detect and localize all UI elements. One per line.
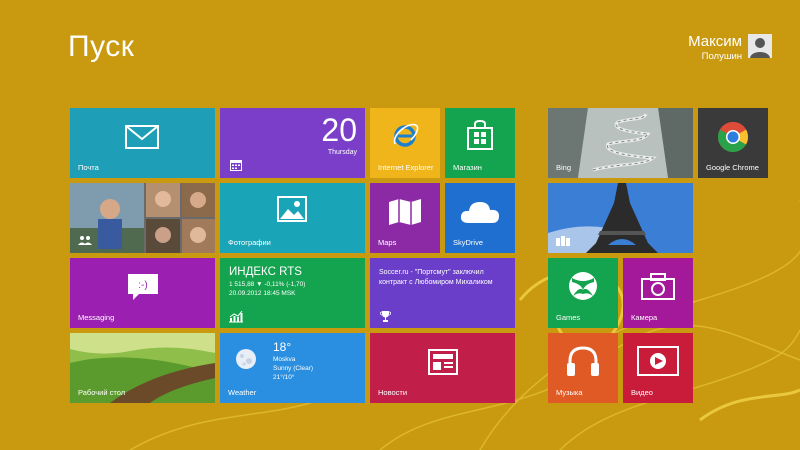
people-icon xyxy=(78,236,92,245)
user-avatar-icon xyxy=(750,38,770,58)
tile-desktop-label: Рабочий стол xyxy=(78,388,126,397)
user-last-name: Полушин xyxy=(701,51,742,62)
store-bag-icon xyxy=(467,120,493,150)
tile-messaging[interactable]: :-) Messaging xyxy=(70,258,215,328)
tile-store-label: Магазин xyxy=(453,163,482,172)
tile-photos[interactable]: Фотографии xyxy=(220,183,365,253)
messaging-icon: :-) xyxy=(128,274,158,300)
tile-store[interactable]: Магазин xyxy=(445,108,515,178)
user-first-name: Максим xyxy=(688,33,742,50)
tile-camera-label: Камера xyxy=(631,313,658,322)
calendar-icon xyxy=(230,160,242,171)
weather-moon-icon xyxy=(236,349,256,369)
video-play-icon xyxy=(637,346,679,376)
weather-temperature: 18° xyxy=(273,340,292,354)
calendar-weekday: Thursday xyxy=(327,149,357,156)
xbox-games-icon xyxy=(569,272,597,300)
tile-music-label: Музыка xyxy=(556,388,583,397)
chrome-icon xyxy=(717,121,749,153)
tile-games[interactable]: Games xyxy=(548,258,618,328)
weather-city: Moskva xyxy=(273,356,296,363)
calendar-day-number: 20 xyxy=(321,112,357,148)
headphones-icon xyxy=(567,346,599,376)
tile-bing[interactable]: Bing xyxy=(548,108,693,178)
tile-news-label: Новости xyxy=(378,388,408,397)
tile-internet-explorer[interactable]: Internet Explorer xyxy=(370,108,440,178)
tile-music[interactable]: Музыка xyxy=(548,333,618,403)
maps-icon xyxy=(389,199,421,225)
photo-album-icon xyxy=(556,236,570,246)
tile-mail[interactable]: Почта xyxy=(70,108,215,178)
tile-messaging-label: Messaging xyxy=(78,313,115,322)
newspaper-icon xyxy=(428,349,458,375)
tile-skydrive-label: SkyDrive xyxy=(453,238,484,247)
tile-weather-label: Weather xyxy=(228,388,257,397)
tile-people[interactable] xyxy=(70,183,215,253)
tile-maps-label: Maps xyxy=(378,238,397,247)
trophy-icon xyxy=(380,311,391,322)
tile-skydrive[interactable]: SkyDrive xyxy=(445,183,515,253)
photos-icon xyxy=(277,196,307,222)
tile-chrome-label: Google Chrome xyxy=(706,163,759,172)
tile-bing-label: Bing xyxy=(556,163,572,172)
tile-games-label: Games xyxy=(556,313,581,322)
tile-google-chrome[interactable]: Google Chrome xyxy=(698,108,768,178)
tile-desktop[interactable]: Рабочий стол xyxy=(70,333,215,403)
avatar[interactable] xyxy=(748,34,772,58)
finance-timestamp: 20.09.2012 18:45 MSK xyxy=(229,290,296,297)
finance-index-value: 1 515,88 ▼ -0,11% (-1,70) xyxy=(229,281,306,288)
tile-calendar[interactable]: 20 Thursday xyxy=(220,108,365,178)
skydrive-cloud-icon xyxy=(460,202,499,223)
tile-news[interactable]: Новости xyxy=(370,333,515,403)
tile-sports[interactable]: Soccer.ru - "Портсмут" заключил контракт… xyxy=(370,258,515,328)
tile-video[interactable]: Видео xyxy=(623,333,693,403)
user-account[interactable]: Максим Полушин xyxy=(688,34,772,62)
tile-camera[interactable]: Камера xyxy=(623,258,693,328)
internet-explorer-icon xyxy=(393,123,419,147)
tile-mail-label: Почта xyxy=(78,163,99,172)
tile-video-label: Видео xyxy=(631,388,653,397)
finance-chart-icon xyxy=(229,311,243,323)
finance-index-name: ИНДЕКС RTS xyxy=(229,266,302,278)
camera-icon xyxy=(641,273,675,300)
tile-maps[interactable]: Maps xyxy=(370,183,440,253)
weather-range: 21°/10° xyxy=(273,374,295,381)
tile-finance[interactable]: ИНДЕКС RTS 1 515,88 ▼ -0,11% (-1,70) 20.… xyxy=(220,258,365,328)
weather-condition: Sunny (Clear) xyxy=(273,365,314,372)
tile-ie-label: Internet Explorer xyxy=(378,163,434,172)
tile-weather[interactable]: 18° Moskva Sunny (Clear) 21°/10° Weather xyxy=(220,333,365,403)
svg-text::-): :-) xyxy=(138,280,147,291)
tile-photos-label: Фотографии xyxy=(228,238,271,247)
tile-eiffel-photo[interactable] xyxy=(548,183,693,253)
sports-headline: Soccer.ru - "Портсмут" заключил контракт… xyxy=(379,269,493,287)
mail-icon xyxy=(125,125,159,149)
start-screen-title: Пуск xyxy=(68,30,135,63)
